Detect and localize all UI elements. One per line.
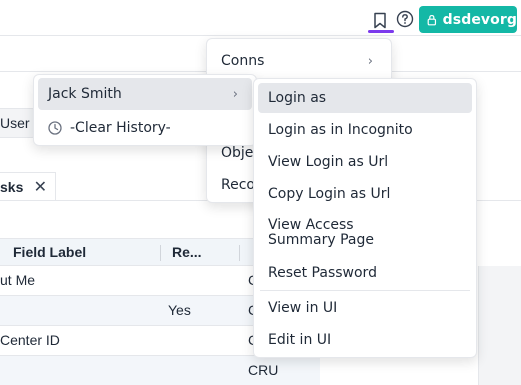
menu-item-label: View in UI	[268, 300, 338, 316]
tab-tasks-label: sks	[0, 178, 24, 195]
menu-item-label: Copy Login as Url	[268, 186, 391, 202]
menu-item-edit-in-ui[interactable]: Edit in UI	[258, 325, 472, 355]
menu-item-label: Jack Smith	[48, 86, 122, 102]
org-user-label: dsdevorg	[442, 11, 517, 28]
menu-item-label: View Login as Url	[268, 154, 389, 170]
menu-item-label: Conns	[221, 53, 265, 69]
menu-item-login-as-incognito[interactable]: Login as in Incognito	[258, 115, 472, 145]
table-row: CRU	[0, 356, 320, 385]
menu-item-label: Login as in Incognito	[268, 122, 413, 138]
menu-item-view-in-ui[interactable]: View in UI	[258, 293, 472, 323]
menu-item-label: Login as	[268, 90, 327, 106]
menu-item-label: Obje	[221, 145, 254, 161]
menu-item-label: Reset Password	[268, 265, 377, 281]
top-bar: dsdevorg	[0, 0, 521, 36]
active-indicator	[368, 30, 394, 33]
user-tab-fragment[interactable]: User T	[0, 108, 36, 138]
menu-divider	[260, 290, 470, 291]
menu-item-copy-login-url[interactable]: Copy Login as Url	[258, 179, 472, 209]
bookmark-button[interactable]	[370, 9, 390, 31]
cell-access: CRU	[248, 362, 279, 378]
cell-required: Yes	[168, 302, 191, 318]
close-icon[interactable]: ✕	[34, 177, 47, 197]
side-panel	[478, 266, 521, 385]
menu-item-login-as[interactable]: Login as	[258, 83, 472, 113]
help-button[interactable]	[396, 10, 414, 28]
menu-item-conns[interactable]: Conns ›	[211, 45, 387, 77]
user-actions-submenu: Login as Login as in Incognito View Logi…	[253, 78, 477, 358]
menu-item-view-login-url[interactable]: View Login as Url	[258, 147, 472, 177]
menu-item-view-access-summary[interactable]: View Access Summary Page	[258, 213, 408, 253]
menu-item-label: Reco	[221, 177, 255, 193]
menu-item-label: View Access Summary Page	[268, 217, 374, 248]
column-separator[interactable]	[160, 245, 161, 261]
cell-field-label: ut Me	[0, 272, 36, 288]
menu-item-clear-history[interactable]: -Clear History-	[38, 112, 252, 144]
tab-tasks[interactable]: sks ✕	[0, 172, 56, 200]
table-header: Field Label Re...	[0, 238, 255, 266]
org-user-button[interactable]: dsdevorg	[419, 6, 517, 33]
lock-icon	[427, 14, 437, 25]
menu-item-jack-smith[interactable]: Jack Smith ›	[38, 78, 252, 110]
chevron-right-icon: ›	[367, 53, 373, 69]
column-header-required[interactable]: Re...	[172, 244, 202, 260]
menu-item-reset-password[interactable]: Reset Password	[258, 258, 472, 288]
cell-field-label: Center ID	[0, 332, 60, 348]
column-header-field-label[interactable]: Field Label	[13, 244, 86, 260]
chevron-right-icon: ›	[232, 86, 238, 102]
help-icon	[396, 10, 414, 28]
bookmark-icon	[374, 12, 386, 28]
menu-item-label: -Clear History-	[70, 120, 171, 136]
column-separator[interactable]	[239, 245, 240, 261]
recent-users-menu: Jack Smith › -Clear History-	[33, 74, 257, 146]
clock-icon	[48, 121, 62, 135]
menu-item-label: Edit in UI	[268, 332, 332, 348]
